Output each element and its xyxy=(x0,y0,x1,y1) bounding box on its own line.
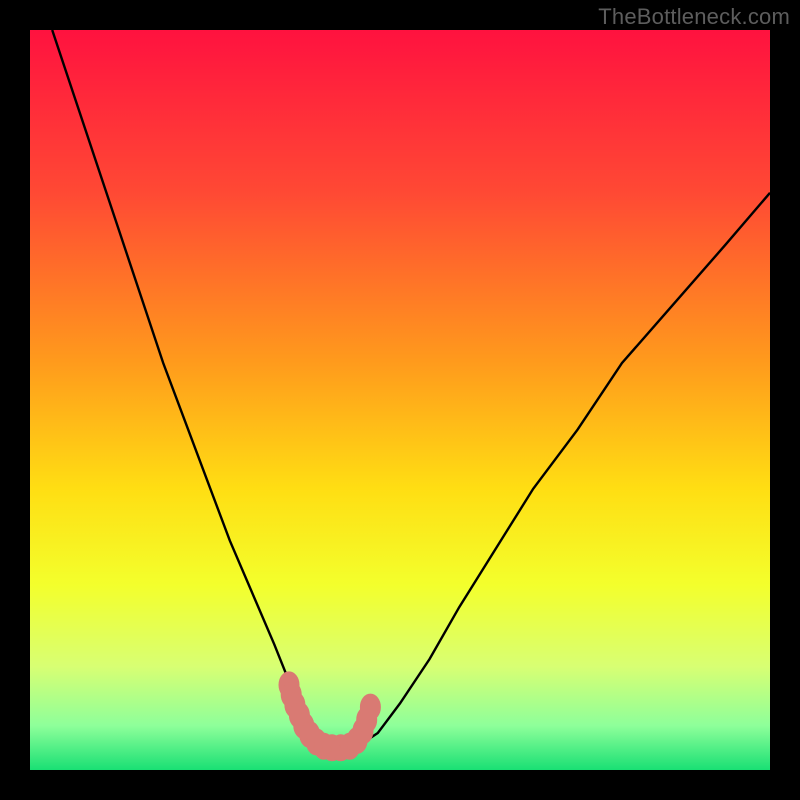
plot-background xyxy=(30,30,770,770)
curve-marker xyxy=(360,694,380,720)
chart-frame: { "watermark": "TheBottleneck.com", "col… xyxy=(0,0,800,800)
watermark-text: TheBottleneck.com xyxy=(598,4,790,30)
bottleneck-chart xyxy=(0,0,800,800)
